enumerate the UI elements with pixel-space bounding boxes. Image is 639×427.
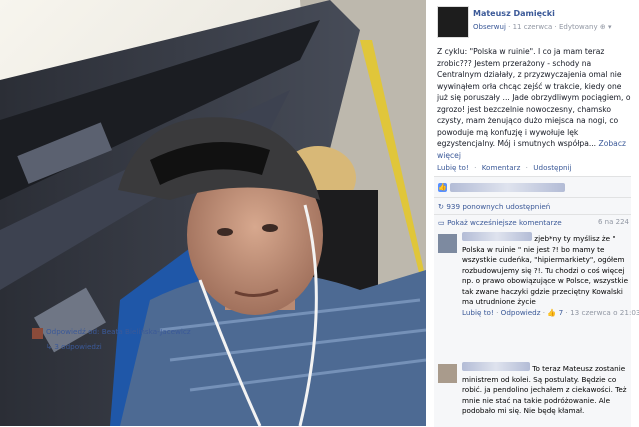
post-meta: Obserwuj · 11 czerwca · Edytowany ⊕ ▾ — [473, 23, 611, 31]
reply-author[interactable]: Odpowiedź od: Beata Bielińska-Jacewicz — [46, 326, 191, 337]
comment-link[interactable]: Komentarz — [482, 163, 521, 172]
comment-body: zjeb*ny ty myślisz że " Polska w ruinie … — [462, 232, 639, 319]
comment-time[interactable]: 13 czerwca o 21:03 — [570, 308, 639, 317]
post-photo[interactable] — [0, 0, 426, 426]
post-date[interactable]: 11 czerwca — [513, 23, 553, 31]
divider — [434, 197, 631, 198]
reply-count: 3 odpowiedzi — [54, 342, 102, 351]
thumbs-up-icon: 👍 — [547, 307, 557, 317]
like-link[interactable]: Lubię to! — [437, 163, 469, 172]
author-avatar[interactable] — [437, 6, 469, 38]
reply-avatar — [32, 328, 43, 339]
globe-icon: ⊕ — [599, 23, 606, 31]
share-link[interactable]: Udostępnij — [533, 163, 571, 172]
comment-meta: Lubię to! · Odpowiedz · 👍 7 · 13 czerwca… — [462, 307, 639, 319]
post-header: Mateusz Damięcki Obserwuj · 11 czerwca ·… — [437, 6, 635, 42]
comment-like-link[interactable]: Lubię to! — [462, 308, 494, 317]
comment-text: To teraz Mateusz zostanie ministrem od k… — [462, 364, 627, 415]
author-name[interactable]: Mateusz Damięcki — [473, 9, 555, 18]
post-actions: Lubię to! · Komentarz · Udostępnij — [437, 163, 572, 172]
comment-reply-link[interactable]: Odpowiedz — [501, 308, 541, 317]
divider — [434, 214, 631, 215]
commenter-avatar[interactable] — [438, 364, 457, 383]
commenter-name[interactable] — [462, 362, 530, 371]
comment-text: zjeb*ny ty myślisz że " Polska w ruinie … — [462, 234, 628, 306]
comment-like-count[interactable]: 7 — [559, 308, 564, 317]
follow-link[interactable]: Obserwuj — [473, 23, 506, 31]
likers-names[interactable] — [450, 183, 565, 192]
commenter-name[interactable] — [462, 232, 532, 241]
selfie-train-photo — [0, 0, 426, 426]
previous-comments-link[interactable]: ▭ Pokaż wcześniejsze komentarze — [438, 218, 562, 227]
comment-body: To teraz Mateusz zostanie ministrem od k… — [462, 362, 628, 417]
action-dot: · — [525, 163, 528, 172]
post-body: Z cyklu: "Polska w ruinie". I co ja mam … — [437, 47, 631, 148]
previous-comments-label: Pokaż wcześniejsze komentarze — [447, 218, 562, 227]
reply-count-row[interactable]: ↳ 3 odpowiedzi — [46, 341, 102, 352]
shares-link[interactable]: ↻ 939 ponownych udostępnień — [438, 202, 550, 211]
post-text: Z cyklu: "Polska w ruinie". I co ja mam … — [437, 46, 633, 161]
chevron-down-icon[interactable]: ▾ — [608, 23, 612, 31]
commenter-avatar[interactable] — [438, 234, 457, 253]
comment-icon: ▭ — [438, 218, 448, 227]
action-dot: · — [474, 163, 477, 172]
thumbs-up-icon: 👍 — [438, 183, 447, 192]
likers-row: 👍 — [438, 183, 565, 192]
edited-label[interactable]: Edytowany — [559, 23, 598, 31]
shares-label: 939 ponownych udostępnień — [446, 202, 551, 211]
previous-comments-count: 6 na 224 — [598, 218, 629, 226]
